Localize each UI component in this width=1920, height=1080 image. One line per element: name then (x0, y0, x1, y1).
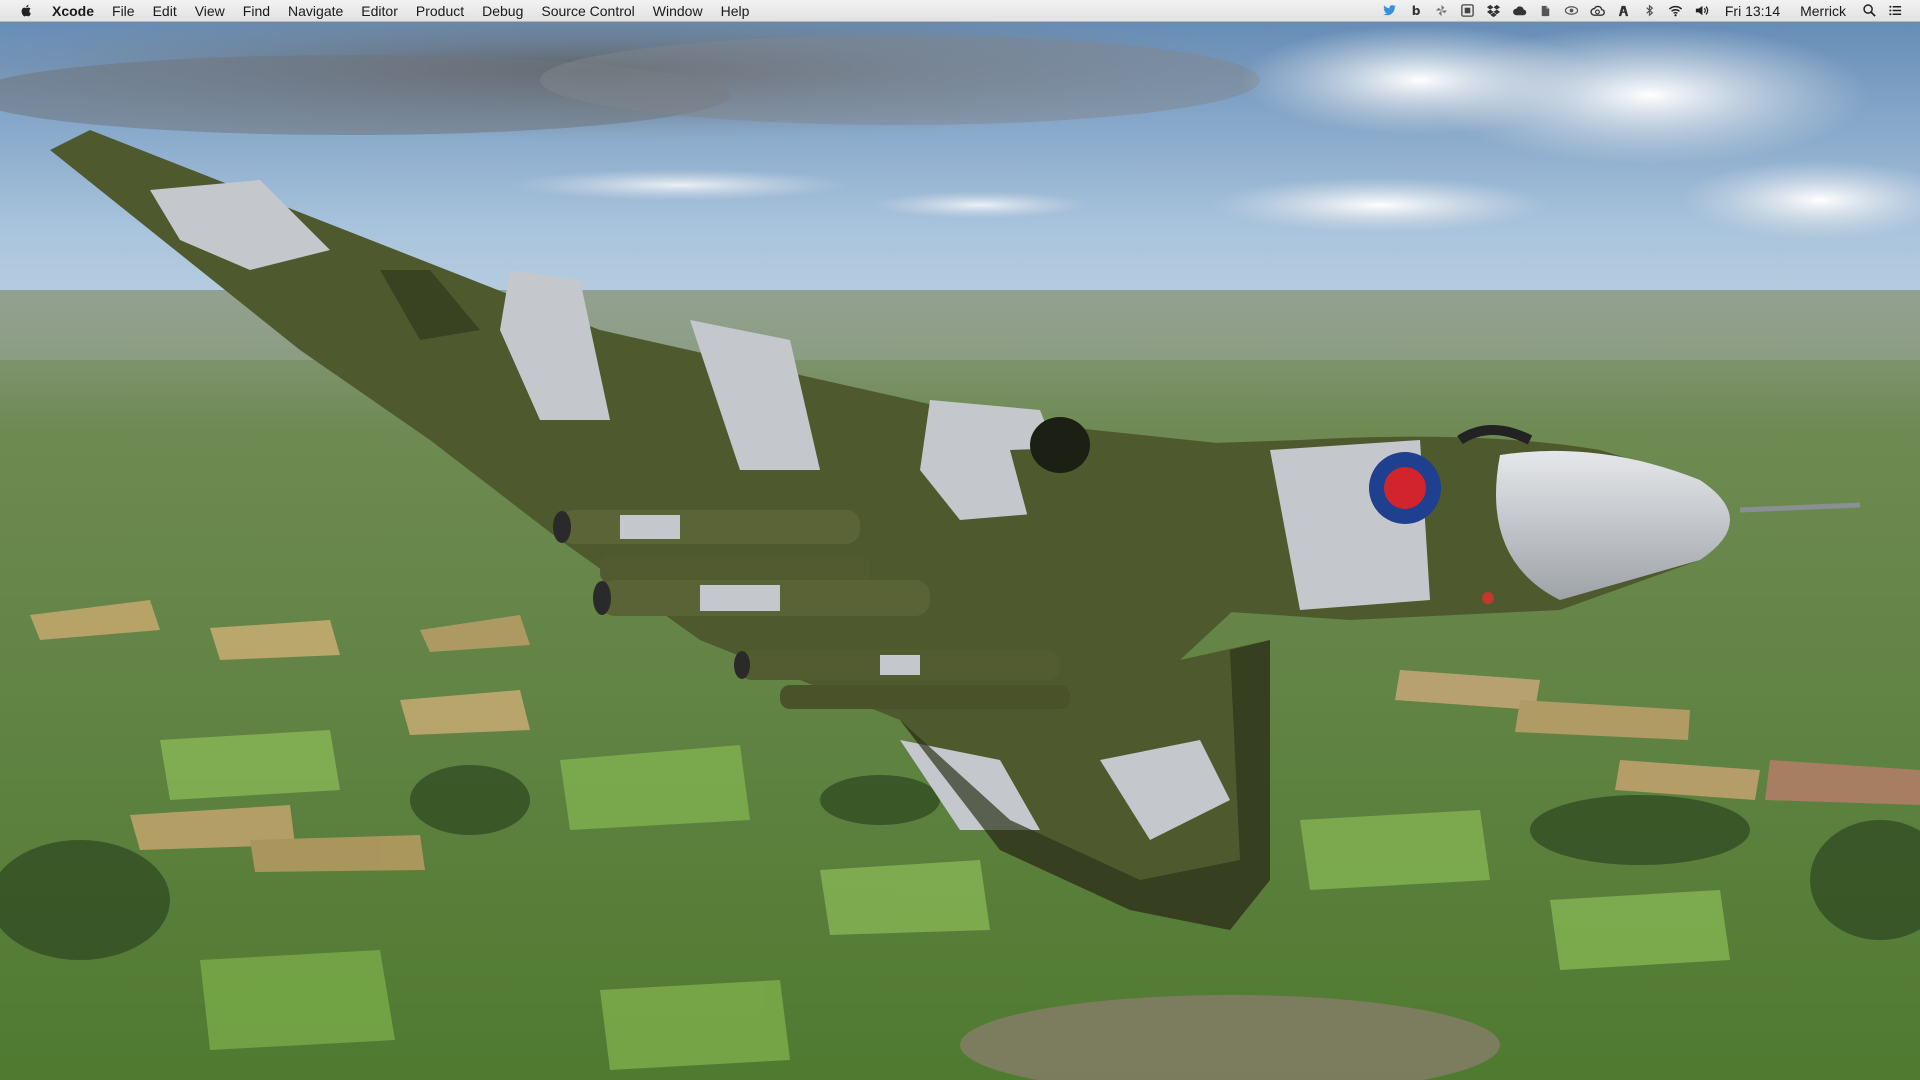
creative-cloud-icon[interactable] (1587, 0, 1609, 22)
dropbox-icon[interactable] (1483, 0, 1505, 22)
menu-product[interactable]: Product (407, 0, 473, 22)
pinwheel-icon[interactable] (1431, 0, 1453, 22)
menu-window[interactable]: Window (644, 0, 712, 22)
menu-navigate[interactable]: Navigate (279, 0, 352, 22)
eye-icon[interactable] (1561, 0, 1583, 22)
wallpaper-image (0, 0, 1920, 1080)
user-name[interactable]: Merrick (1790, 0, 1856, 22)
menu-app-name[interactable]: Xcode (52, 0, 103, 22)
wifi-icon[interactable] (1665, 0, 1687, 22)
menu-bar-right: b Fri 13:14 Merrick (1377, 0, 1920, 22)
menu-source-control[interactable]: Source Control (532, 0, 643, 22)
svg-text:b: b (1412, 4, 1421, 18)
twitter-icon[interactable] (1379, 0, 1401, 22)
spotlight-icon[interactable] (1858, 0, 1880, 22)
menu-editor[interactable]: Editor (352, 0, 407, 22)
apple-icon[interactable] (18, 3, 34, 19)
menu-find[interactable]: Find (234, 0, 279, 22)
menu-bar-clock[interactable]: Fri 13:14 (1715, 0, 1790, 22)
alfred-icon[interactable] (1613, 0, 1635, 22)
menu-view[interactable]: View (186, 0, 234, 22)
desktop-wallpaper (0, 0, 1920, 1080)
menu-bar-left: Xcode File Edit View Find Navigate Edito… (0, 0, 758, 22)
menu-help[interactable]: Help (712, 0, 759, 22)
b-app-icon[interactable]: b (1405, 0, 1427, 22)
menu-debug[interactable]: Debug (473, 0, 532, 22)
menu-edit[interactable]: Edit (144, 0, 186, 22)
menu-bar: Xcode File Edit View Find Navigate Edito… (0, 0, 1920, 22)
evernote-icon[interactable] (1535, 0, 1557, 22)
notification-center-icon[interactable] (1884, 0, 1906, 22)
menu-file[interactable]: File (103, 0, 144, 22)
volume-icon[interactable] (1691, 0, 1713, 22)
bluetooth-icon[interactable] (1639, 0, 1661, 22)
screen-capture-icon[interactable] (1457, 0, 1479, 22)
cloud-icon[interactable] (1509, 0, 1531, 22)
